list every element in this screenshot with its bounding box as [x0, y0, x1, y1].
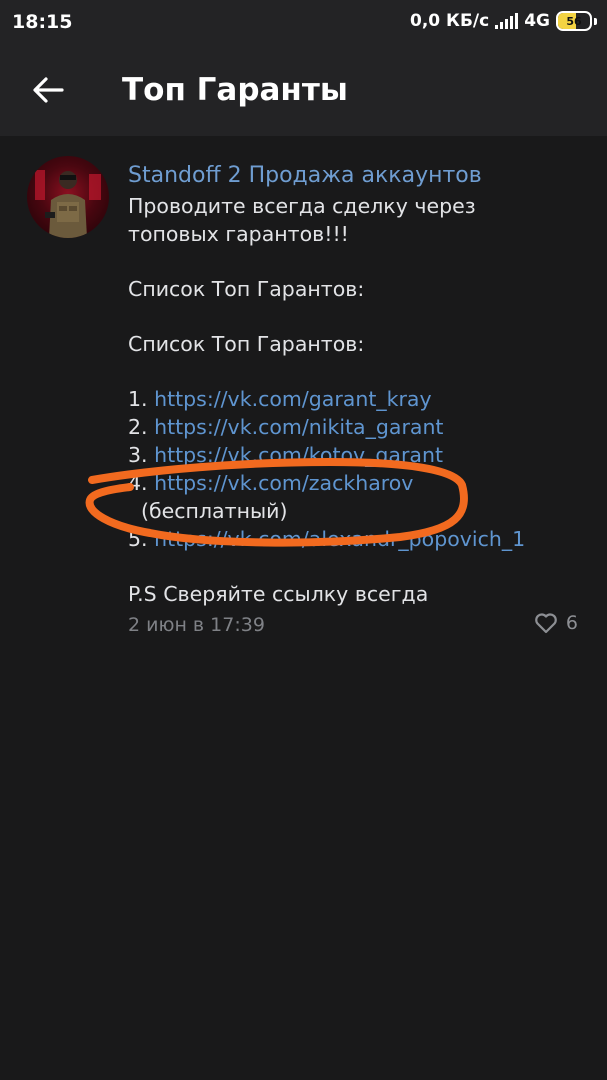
- post-text-line: топовых гарантов!!!: [128, 222, 349, 246]
- battery-tip: [594, 17, 597, 25]
- battery-icon: 56: [556, 11, 592, 31]
- arrow-left-icon: [33, 77, 64, 103]
- page-title: Топ Гаранты: [122, 72, 348, 108]
- heart-outline-icon: [535, 613, 557, 634]
- guarantor-link[interactable]: https://vk.com/alexandr_popovich_1: [154, 527, 525, 551]
- guarantor-item-1: 1. https://vk.com/garant_kray: [128, 385, 598, 413]
- guarantor-link[interactable]: https://vk.com/nikita_garant: [154, 415, 443, 439]
- guarantor-link[interactable]: https://vk.com/zackharov: [154, 471, 413, 495]
- item-number: 2.: [128, 415, 155, 439]
- guarantor-link[interactable]: https://vk.com/garant_kray: [154, 387, 432, 411]
- guarantor-item-4: 4. https://vk.com/zackharov: [128, 469, 598, 497]
- item-number: 1.: [128, 387, 155, 411]
- item-number: 5.: [128, 527, 155, 551]
- signal-icon: [495, 13, 519, 29]
- guarantor-item-2: 2. https://vk.com/nikita_garant: [128, 413, 598, 441]
- avatar[interactable]: [27, 156, 109, 238]
- list-heading: Список Топ Гарантов:: [128, 277, 365, 301]
- status-indicators: 0,0 КБ/с 4G 56: [410, 11, 597, 31]
- like-button[interactable]: 6: [534, 612, 578, 634]
- network-speed: 0,0 КБ/с: [410, 11, 490, 31]
- post-ps: P.S Сверяйте ссылку всегда: [128, 582, 429, 606]
- avatar-image: [35, 170, 101, 238]
- post-author-link[interactable]: Standoff 2 Продажа аккаунтов: [128, 160, 598, 192]
- post-meta: 2 июн в 17:39 6: [128, 610, 598, 640]
- post-date: 2 июн в 17:39: [128, 614, 265, 636]
- back-button[interactable]: [22, 68, 74, 112]
- guarantor-item-3: 3. https://vk.com/kotov_garant: [128, 441, 598, 469]
- battery-level: 56: [566, 14, 582, 28]
- guarantor-link[interactable]: https://vk.com/kotov_garant: [154, 443, 443, 467]
- guarantor-item-5: 5. https://vk.com/alexandr_popovich_1: [128, 525, 598, 553]
- guarantor-item-4-note: (бесплатный): [128, 499, 288, 523]
- item-number: 3.: [128, 443, 155, 467]
- post-text-line: Проводите всегда сделку через: [128, 194, 476, 218]
- app-bar: Топ Гаранты: [0, 44, 607, 136]
- status-bar: 18:15 0,0 КБ/с 4G 56: [0, 0, 607, 44]
- like-count: 6: [565, 612, 578, 634]
- status-time: 18:15: [12, 11, 73, 33]
- post-body: Standoff 2 Продажа аккаунтов Проводите в…: [128, 160, 598, 640]
- item-number: 4.: [128, 471, 155, 495]
- network-type: 4G: [524, 11, 550, 31]
- list-heading: Список Топ Гарантов:: [128, 332, 365, 356]
